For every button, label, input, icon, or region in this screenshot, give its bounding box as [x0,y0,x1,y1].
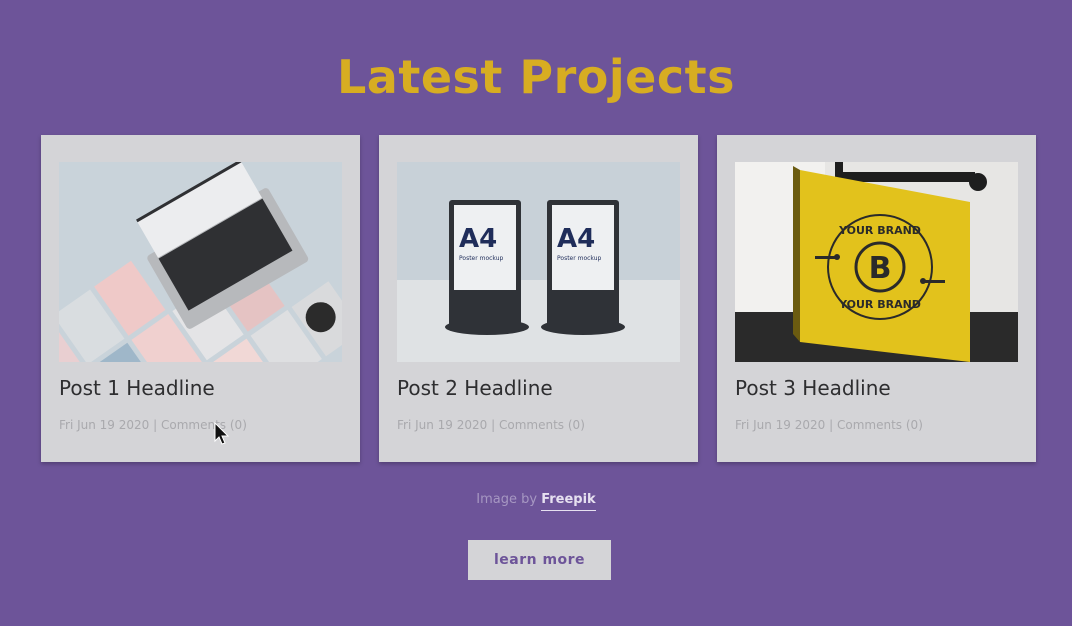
post-card[interactable]: Post 1 Headline Fri Jun 19 2020 | Commen… [41,135,360,462]
sign-bottom-text: YOUR BRAND [838,298,921,311]
sign-top-text: YOUR BRAND [838,224,921,237]
mouse-pointer-icon [214,422,230,445]
poster-left-sub: Poster mockup [459,255,504,262]
laptop-mockup-illustration [59,162,342,362]
post-date: Fri Jun 19 2020 [397,418,488,432]
freepik-link[interactable]: Freepik [541,492,596,511]
meta-separator: | [491,418,496,432]
post-card[interactable]: A4 Poster mockup A4 Poster mockup Post 2… [379,135,698,462]
post-headline[interactable]: Post 1 Headline [59,376,215,400]
comments-link[interactable]: Comments (0) [499,418,585,432]
post-date: Fri Jun 19 2020 [59,418,150,432]
comments-link[interactable]: Comments (0) [837,418,923,432]
poster-right-text: A4 [557,224,595,254]
poster-right-sub: Poster mockup [557,255,602,262]
image-credit: Image by Freepik [0,492,1072,511]
post-headline[interactable]: Post 2 Headline [397,376,553,400]
section-title: Latest Projects [336,50,736,104]
comments-link[interactable]: Comments (0) [161,418,247,432]
post-image-sign-mockup[interactable]: B YOUR BRAND YOUR BRAND [735,162,1018,362]
post-card[interactable]: B YOUR BRAND YOUR BRAND Post 3 Headline … [717,135,1036,462]
post-headline[interactable]: Post 3 Headline [735,376,891,400]
credit-prefix: Image by [476,492,538,507]
learn-more-button[interactable]: learn more [468,540,611,580]
meta-separator: | [829,418,834,432]
post-date: Fri Jun 19 2020 [735,418,826,432]
poster-left-text: A4 [459,224,497,254]
project-cards: Post 1 Headline Fri Jun 19 2020 | Commen… [41,135,1036,462]
meta-separator: | [153,418,158,432]
post-image-poster-mockup[interactable]: A4 Poster mockup A4 Poster mockup [397,162,680,362]
post-meta: Fri Jun 19 2020 | Comments (0) [397,418,585,432]
brand-sign-illustration: B YOUR BRAND YOUR BRAND [735,162,1018,362]
poster-stands-illustration: A4 Poster mockup A4 Poster mockup [397,162,680,362]
post-image-laptop-mockup[interactable] [59,162,342,362]
sign-letter: B [869,251,892,286]
post-meta: Fri Jun 19 2020 | Comments (0) [735,418,923,432]
